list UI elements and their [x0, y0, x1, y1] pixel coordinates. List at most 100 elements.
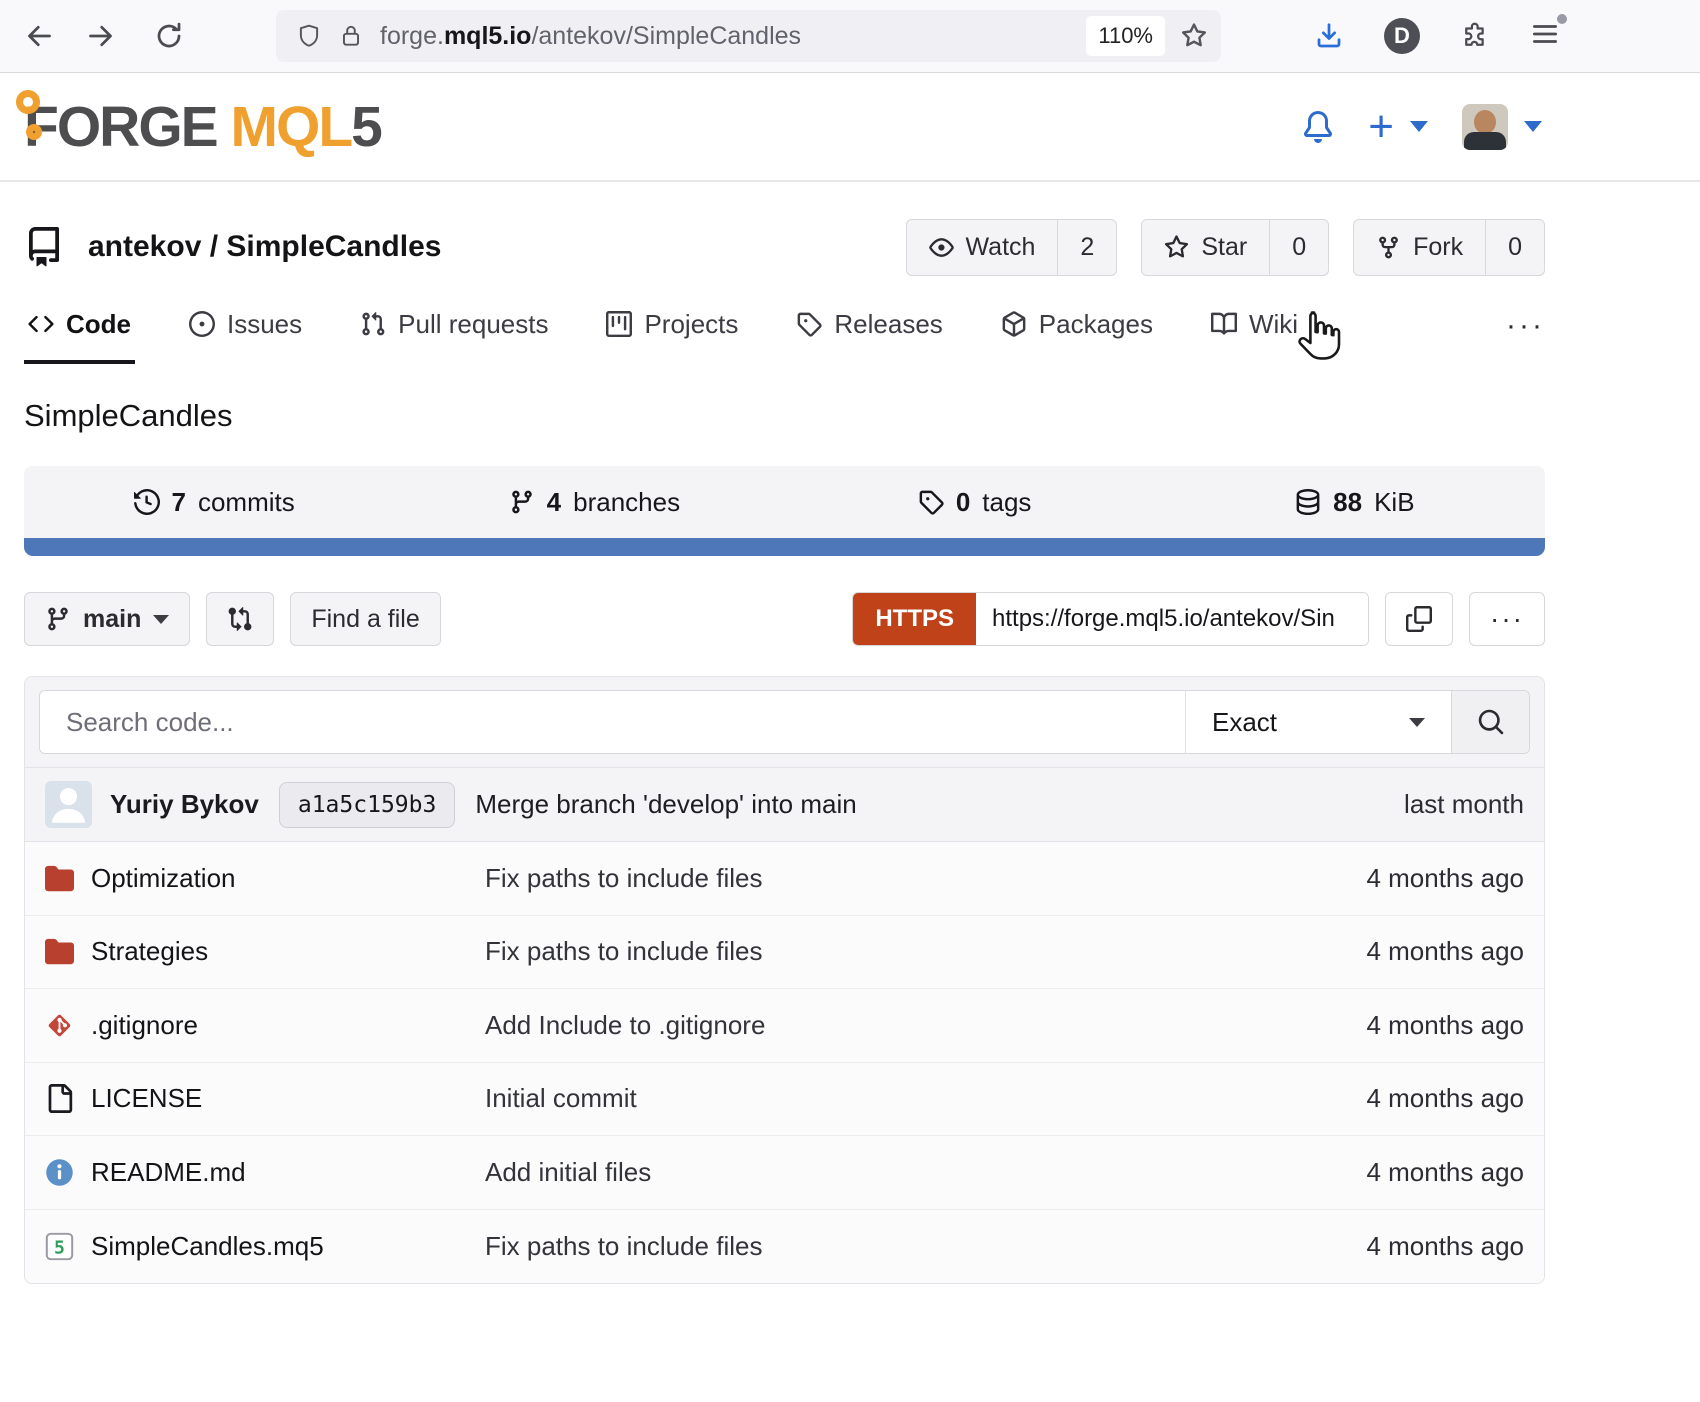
mq5-icon: 5: [45, 1232, 74, 1261]
tabs-overflow-button[interactable]: ···: [1506, 309, 1545, 343]
url-path: /antekov/SimpleCandles: [531, 22, 801, 50]
file-commit-date: 4 months ago: [1274, 1157, 1524, 1188]
compare-button[interactable]: [206, 592, 274, 646]
clone-more-button[interactable]: ···: [1469, 592, 1545, 646]
user-menu[interactable]: [1462, 104, 1542, 150]
repo-tab[interactable]: Releases: [792, 288, 946, 364]
url-bar[interactable]: forge.mql5.io/antekov/SimpleCandles 110%: [276, 10, 1221, 62]
lock-icon[interactable]: [338, 23, 364, 49]
account-icon[interactable]: D: [1384, 18, 1420, 54]
file-commit-date: 4 months ago: [1274, 1010, 1524, 1041]
repo-tab[interactable]: Code: [24, 288, 135, 364]
commit-message[interactable]: Merge branch 'develop' into main: [475, 789, 856, 820]
action-count[interactable]: 0: [1485, 220, 1544, 275]
history-icon: [134, 489, 160, 515]
repo-action-button[interactable]: Star 0: [1141, 219, 1329, 276]
repo-stat[interactable]: 88 KiB: [1165, 487, 1545, 518]
page-title: SimpleCandles: [24, 398, 1545, 434]
repo-tab[interactable]: Wiki: [1207, 288, 1302, 364]
repo-action-button[interactable]: Watch 2: [906, 219, 1118, 276]
repo-header: antekov / SimpleCandles Watch 2 Star 0 F…: [24, 182, 1545, 278]
stat-value: 0: [956, 487, 970, 518]
git-icon: [45, 1011, 74, 1040]
commit-hash-badge[interactable]: a1a5c159b3: [279, 782, 455, 828]
pr-icon: [360, 311, 386, 337]
find-file-button[interactable]: Find a file: [290, 592, 440, 646]
issue-icon: [189, 311, 215, 337]
repo-tab[interactable]: Issues: [185, 288, 306, 364]
branch-name: main: [83, 605, 141, 634]
file-name-cell[interactable]: .gitignore: [45, 1010, 485, 1041]
notifications-bell-icon[interactable]: [1302, 111, 1334, 143]
repo-stat[interactable]: 7 commits: [24, 487, 404, 518]
file-commit-message[interactable]: Add initial files: [485, 1157, 1274, 1188]
downloads-icon[interactable]: [1314, 21, 1344, 51]
file-name-cell[interactable]: 5 SimpleCandles.mq5: [45, 1231, 485, 1262]
search-button[interactable]: [1451, 691, 1529, 753]
back-icon[interactable]: [22, 21, 52, 51]
repo-stat[interactable]: 4 branches: [404, 487, 784, 518]
file-commit-date: 4 months ago: [1274, 863, 1524, 894]
menu-button[interactable]: [1530, 19, 1560, 54]
commit-author-avatar[interactable]: [45, 781, 92, 828]
stat-label: branches: [573, 487, 680, 518]
file-commit-message[interactable]: Add Include to .gitignore: [485, 1010, 1274, 1041]
file-name[interactable]: SimpleCandles.mq5: [91, 1231, 324, 1262]
repo-title[interactable]: antekov / SimpleCandles: [88, 230, 441, 264]
file-name[interactable]: LICENSE: [91, 1083, 202, 1114]
stat-value: 7: [172, 487, 186, 518]
file-commit-message[interactable]: Fix paths to include files: [485, 863, 1274, 894]
copy-url-button[interactable]: [1385, 592, 1453, 646]
copy-icon: [1406, 606, 1432, 632]
search-code-input[interactable]: [40, 691, 1185, 753]
file-row: .gitignore Add Include to .gitignore 4 m…: [25, 989, 1544, 1063]
zoom-level-badge[interactable]: 110%: [1086, 16, 1165, 56]
code-icon: [28, 311, 54, 337]
caret-down-icon: [1410, 121, 1428, 132]
tab-label: Pull requests: [398, 309, 548, 340]
logo-text: ORGE: [57, 95, 217, 159]
extensions-icon[interactable]: [1460, 21, 1490, 51]
action-count[interactable]: 0: [1269, 220, 1328, 275]
bookmark-star-icon[interactable]: [1181, 23, 1207, 49]
repo-stat[interactable]: 0 tags: [785, 487, 1165, 518]
star-icon: [1164, 235, 1189, 260]
commit-author[interactable]: Yuriy Bykov: [110, 789, 259, 820]
search-mode-select[interactable]: Exact: [1185, 691, 1451, 753]
site-logo[interactable]: FORGE MQL5: [24, 94, 381, 160]
https-protocol-button[interactable]: HTTPS: [853, 593, 976, 645]
file-commit-message[interactable]: Fix paths to include files: [485, 1231, 1274, 1262]
clone-url-input[interactable]: [976, 593, 1368, 645]
language-bar[interactable]: [24, 538, 1545, 556]
action-label: Watch: [966, 233, 1036, 262]
file-name-cell[interactable]: Strategies: [45, 936, 485, 967]
caret-down-icon: [153, 615, 169, 624]
file-name[interactable]: .gitignore: [91, 1010, 198, 1041]
file-commit-date: 4 months ago: [1274, 1083, 1524, 1114]
branch-selector[interactable]: main: [24, 592, 190, 646]
create-new-button[interactable]: +: [1368, 105, 1428, 149]
file-name-cell[interactable]: Optimization: [45, 863, 485, 894]
file-name[interactable]: README.md: [91, 1157, 246, 1188]
reload-icon[interactable]: [154, 21, 184, 51]
releases-icon: [796, 311, 822, 337]
repo-tab[interactable]: Pull requests: [356, 288, 552, 364]
repo-tab[interactable]: Projects: [602, 288, 742, 364]
code-search-panel: Exact: [25, 677, 1544, 768]
wiki-icon: [1211, 311, 1237, 337]
file-icon: [45, 1084, 74, 1113]
forward-icon[interactable]: [88, 21, 118, 51]
repo-tab[interactable]: Packages: [997, 288, 1157, 364]
action-count[interactable]: 2: [1057, 220, 1116, 275]
file-name-cell[interactable]: LICENSE: [45, 1083, 485, 1114]
file-commit-message[interactable]: Fix paths to include files: [485, 936, 1274, 967]
file-name[interactable]: Optimization: [91, 863, 236, 894]
tab-label: Packages: [1039, 309, 1153, 340]
tab-label: Issues: [227, 309, 302, 340]
file-name-cell[interactable]: README.md: [45, 1157, 485, 1188]
repo-action-button[interactable]: Fork 0: [1353, 219, 1545, 276]
file-commit-message[interactable]: Initial commit: [485, 1083, 1274, 1114]
avatar[interactable]: [1462, 104, 1508, 150]
shield-icon[interactable]: [296, 23, 322, 49]
file-name[interactable]: Strategies: [91, 936, 208, 967]
